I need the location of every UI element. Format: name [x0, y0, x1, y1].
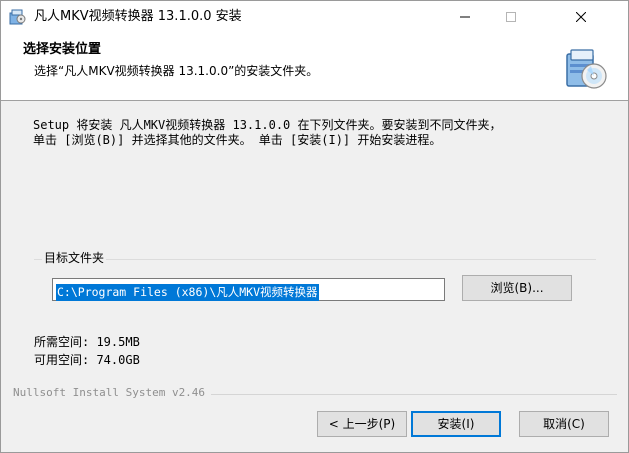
destination-path-field[interactable]: C:\Program Files (x86)\凡人MKV视频转换器	[52, 278, 445, 301]
close-icon	[576, 11, 586, 22]
page-title: 选择安装位置	[23, 42, 102, 57]
space-available: 可用空间: 74.0GB	[34, 353, 140, 367]
cancel-button[interactable]: 取消(C)	[519, 411, 609, 437]
close-button[interactable]	[534, 1, 628, 32]
window-title: 凡人MKV视频转换器 13.1.0.0 安装	[34, 9, 242, 24]
instructions-text: Setup 将安装 凡人MKV视频转换器 13.1.0.0 在下列文件夹。要安装…	[33, 118, 502, 147]
install-button[interactable]: 安装(I)	[411, 411, 501, 437]
maximize-button[interactable]	[488, 1, 534, 32]
minimize-icon	[460, 16, 470, 17]
page-subtitle: 选择“凡人MKV视频转换器 13.1.0.0”的安装文件夹。	[34, 64, 319, 78]
space-required: 所需空间: 19.5MB	[34, 335, 140, 349]
destination-path-value: C:\Program Files (x86)\凡人MKV视频转换器	[56, 284, 319, 301]
page-header: 选择安装位置 选择“凡人MKV视频转换器 13.1.0.0”的安装文件夹。	[1, 32, 628, 101]
maximize-icon	[506, 11, 516, 22]
installer-package-icon	[9, 9, 26, 25]
destination-folder-label: 目标文件夹	[42, 250, 107, 266]
browse-button[interactable]: 浏览(B)...	[462, 275, 572, 301]
installer-window: 凡人MKV视频转换器 13.1.0.0 安装 选择安装位置 选择“凡人MKV视频…	[0, 0, 629, 453]
back-button[interactable]: < 上一步(P)	[317, 411, 407, 437]
cd-installer-icon	[566, 49, 607, 89]
title-bar: 凡人MKV视频转换器 13.1.0.0 安装	[1, 1, 628, 32]
branding-text: Nullsoft Install System v2.46	[13, 386, 212, 400]
minimize-button[interactable]	[442, 1, 488, 32]
